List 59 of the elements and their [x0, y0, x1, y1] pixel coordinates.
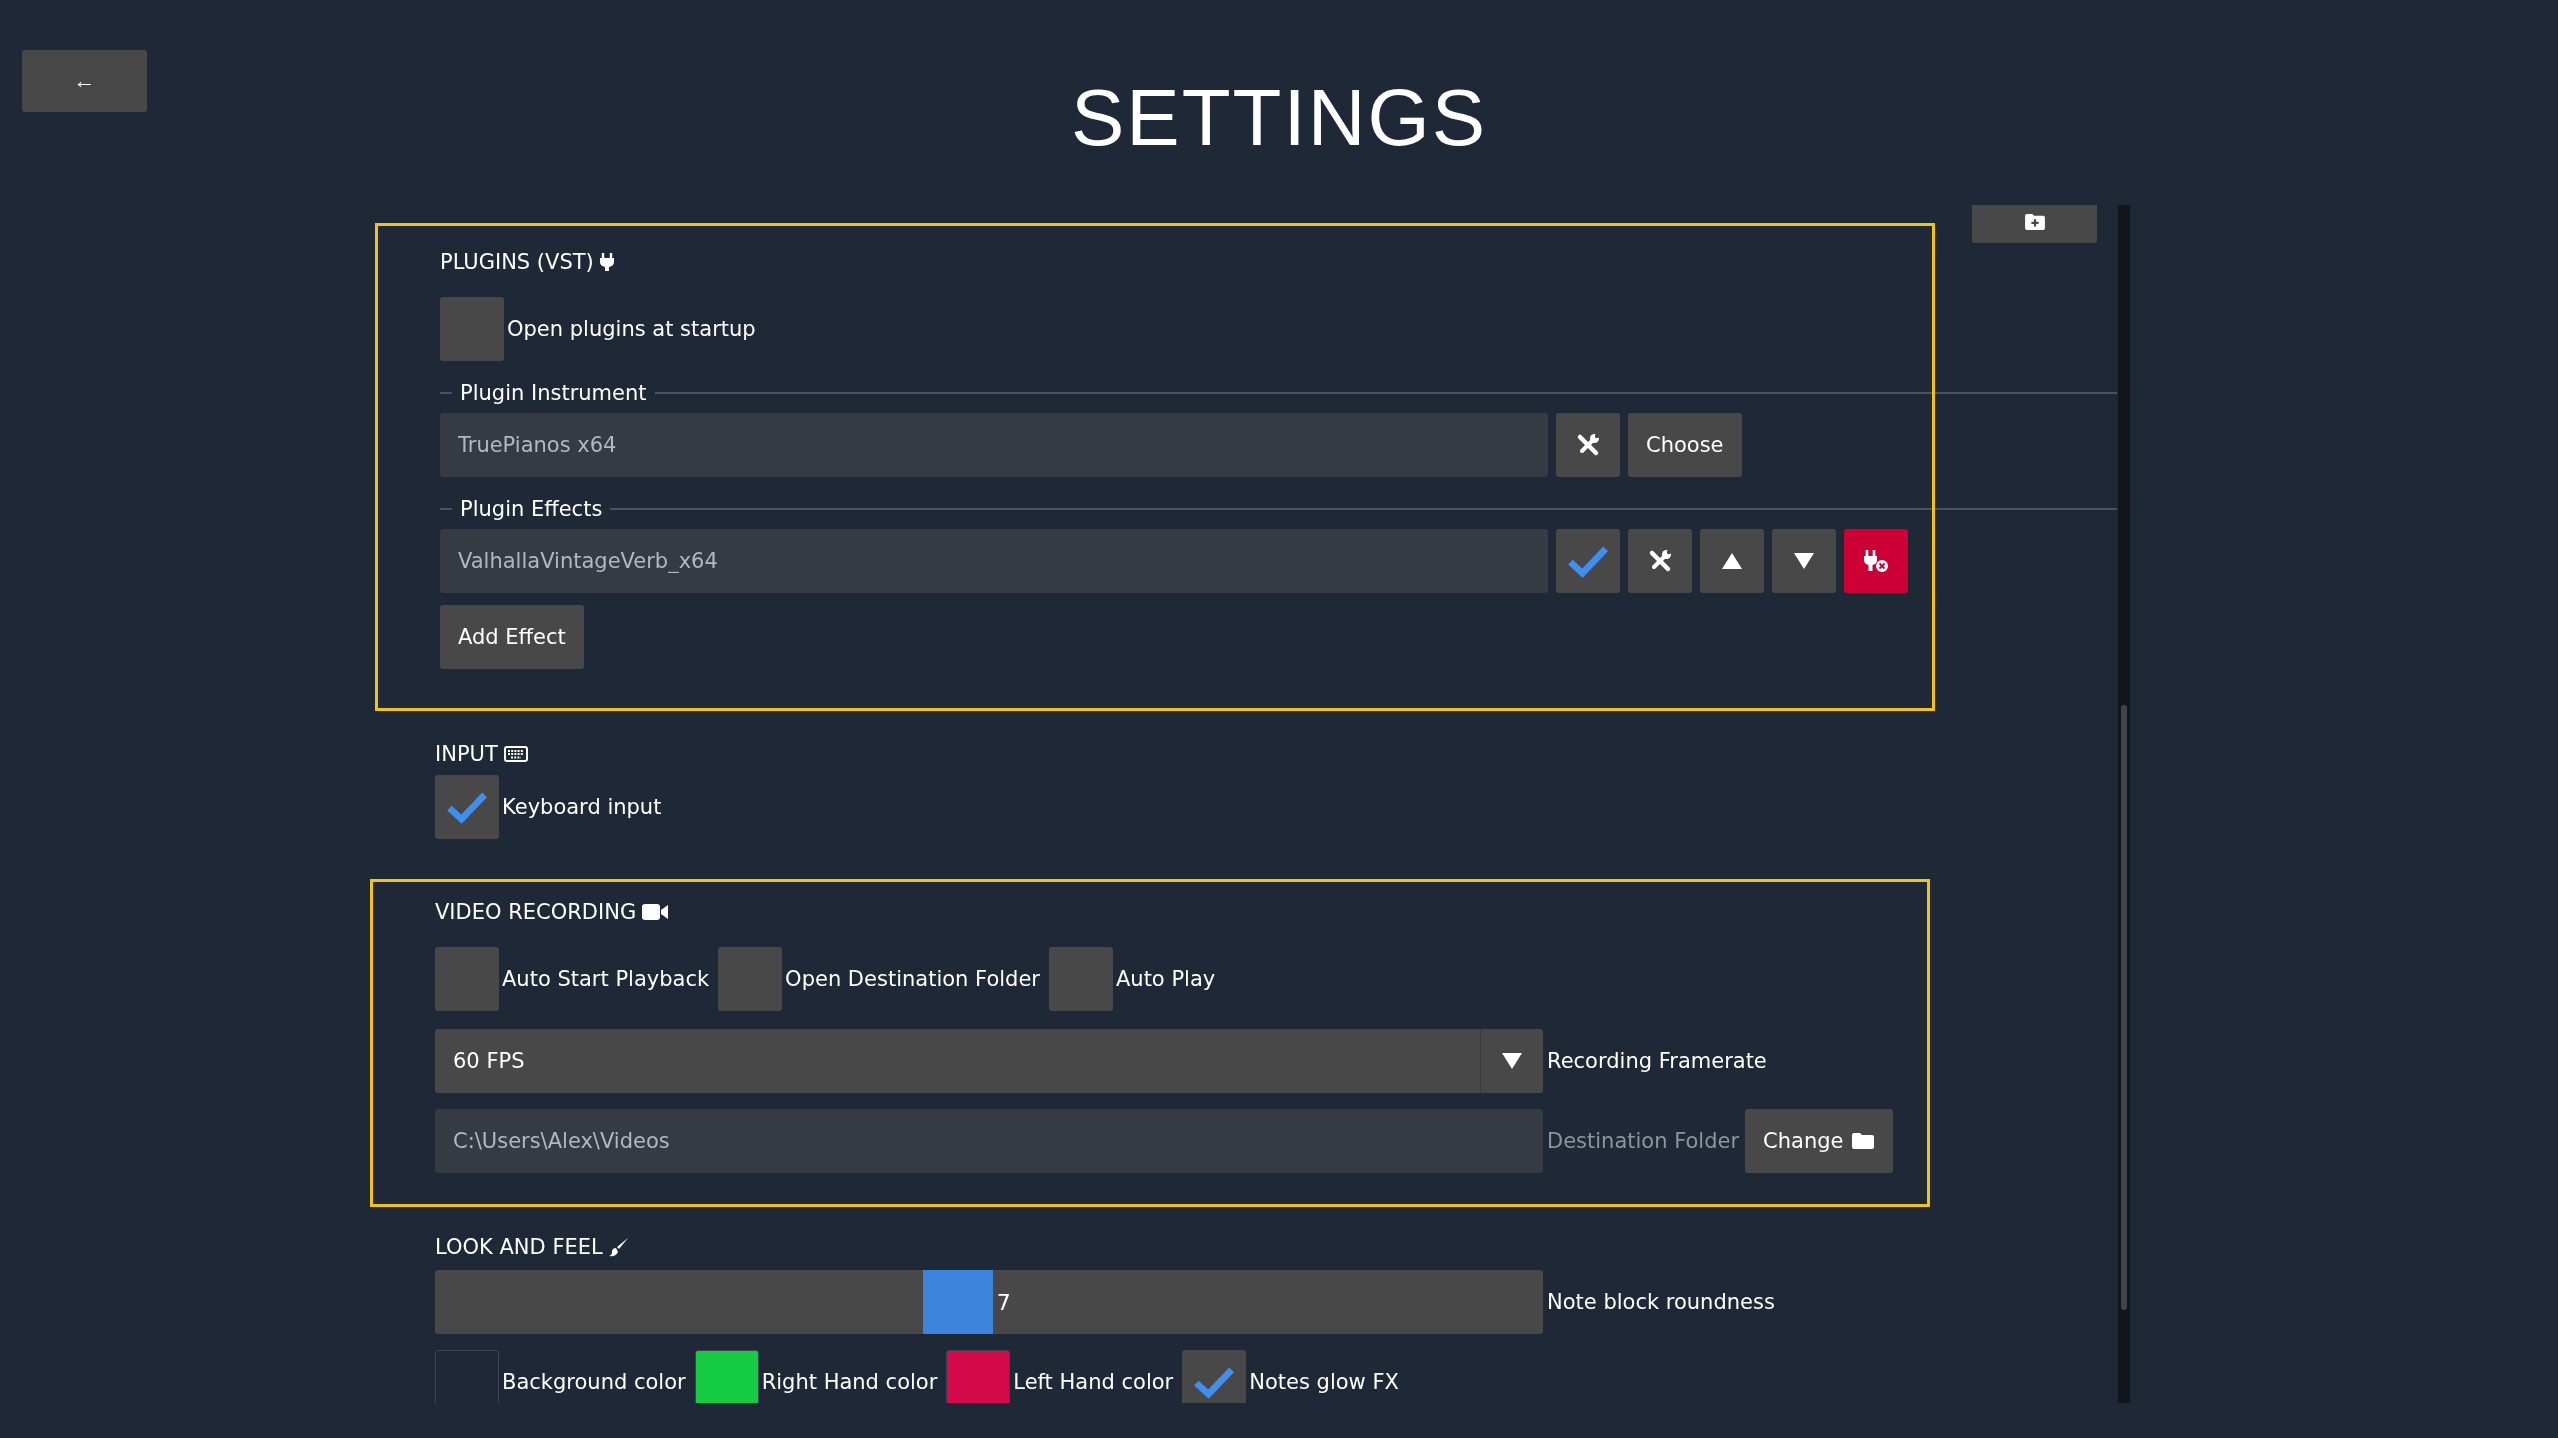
color-label: Right Hand color: [761, 1370, 938, 1394]
folder-plus-icon: [2023, 212, 2046, 231]
scrollbar[interactable]: [2118, 205, 2130, 1403]
configure-button[interactable]: [1556, 413, 1620, 477]
video-camera-icon: [642, 903, 669, 921]
checkbox[interactable]: [435, 775, 499, 839]
add-folder-button[interactable]: [1972, 205, 2097, 243]
slider-track[interactable]: 7: [435, 1270, 1543, 1334]
scrollbar-thumb[interactable]: [2121, 705, 2127, 1310]
section-heading: PLUGINS (VST): [440, 250, 594, 274]
move-up-button[interactable]: [1700, 529, 1764, 593]
triangle-down-icon: [1794, 553, 1814, 569]
checkbox[interactable]: [440, 297, 504, 361]
move-down-button[interactable]: [1772, 529, 1836, 593]
framerate-dropdown[interactable]: 60 FPS: [435, 1029, 1543, 1093]
folder-icon: [1851, 1132, 1876, 1150]
section-heading: VIDEO RECORDING: [435, 900, 637, 924]
field-label: Destination Folder: [1547, 1129, 1740, 1153]
page-title: SETTINGS: [1070, 72, 1487, 164]
configure-button[interactable]: [1628, 529, 1692, 593]
checkbox[interactable]: [435, 947, 499, 1011]
change-folder-button[interactable]: Change: [1745, 1109, 1894, 1173]
checkbox-label: Keyboard input: [502, 795, 662, 819]
checkbox-label: Open Destination Folder: [785, 967, 1040, 991]
destination-folder-field[interactable]: C:\Users\Alex\Videos: [435, 1109, 1543, 1173]
checkbox[interactable]: [718, 947, 783, 1011]
color-swatch[interactable]: [946, 1350, 1011, 1403]
slider-label: Note block roundness: [1547, 1290, 1775, 1314]
section-heading: LOOK AND FEEL: [435, 1235, 603, 1259]
checkbox-label: Open plugins at startup: [507, 317, 756, 341]
plugin-effect-field[interactable]: ValhallaVintageVerb_x64: [440, 529, 1548, 593]
plug-icon: [599, 253, 614, 271]
triangle-up-icon: [1722, 553, 1742, 569]
checkbox-label: Auto Start Playback: [502, 967, 710, 991]
dropdown-arrow-icon: [1502, 1053, 1522, 1069]
color-label: Left Hand color: [1013, 1370, 1174, 1394]
group-legend: Plugin Instrument: [460, 381, 647, 405]
checkbox[interactable]: [1182, 1350, 1247, 1403]
paintbrush-icon: [608, 1237, 629, 1257]
checkbox-label: Auto Play: [1115, 967, 1216, 991]
color-swatch[interactable]: [435, 1350, 499, 1403]
enable-toggle[interactable]: [1556, 529, 1620, 593]
section-heading: INPUT: [435, 742, 498, 766]
tools-icon: [1648, 549, 1672, 573]
choose-button[interactable]: Choose: [1628, 413, 1742, 477]
plugin-instrument-field[interactable]: TruePianos x64: [440, 413, 1548, 477]
color-swatch[interactable]: [694, 1350, 759, 1403]
field-label: Recording Framerate: [1547, 1049, 1767, 1073]
keyboard-icon: [503, 746, 528, 762]
remove-plugin-button[interactable]: [1844, 529, 1908, 593]
add-effect-button[interactable]: Add Effect: [440, 605, 584, 669]
checkbox[interactable]: [1048, 947, 1113, 1011]
group-legend: Plugin Effects: [460, 497, 603, 521]
back-button[interactable]: ←: [22, 50, 147, 112]
slider-value: 7: [996, 1289, 1011, 1315]
color-label: Background color: [502, 1370, 686, 1394]
plug-remove-icon: [1863, 548, 1889, 574]
tools-icon: [1576, 433, 1600, 457]
checkbox-label: Notes glow FX: [1249, 1370, 1399, 1394]
